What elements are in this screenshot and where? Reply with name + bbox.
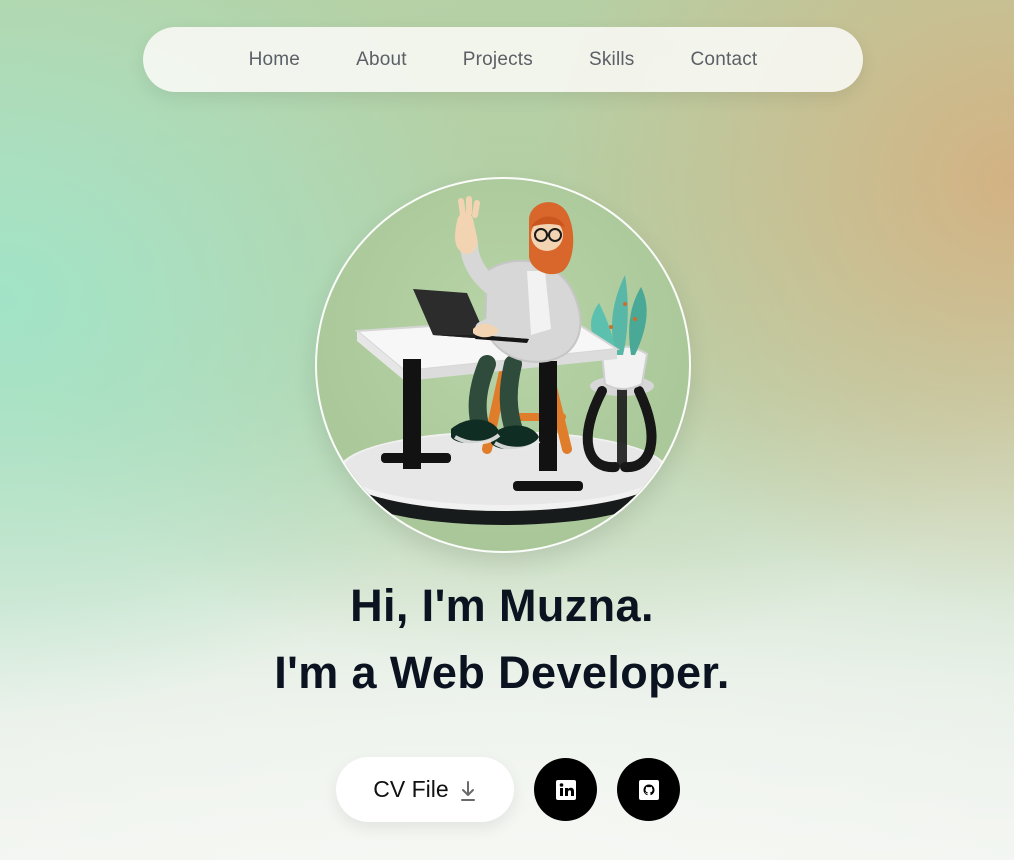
download-icon [459, 780, 477, 802]
developer-at-desk-illustration [333, 196, 673, 525]
nav-contact-link[interactable]: Contact [691, 49, 758, 71]
top-navigation: Home About Projects Skills Contact [143, 27, 863, 92]
hero-actions: CV File [336, 757, 680, 822]
nav-about-link[interactable]: About [356, 49, 407, 71]
cv-button-label: CV File [373, 776, 449, 802]
hero-greeting-line: Hi, I'm Muzna. [350, 580, 654, 631]
nav-projects-link[interactable]: Projects [463, 49, 533, 71]
hero-illustration [315, 177, 691, 553]
nav-home-link[interactable]: Home [249, 49, 300, 71]
github-button[interactable] [617, 758, 680, 821]
nav-skills-link[interactable]: Skills [589, 49, 635, 71]
hero-role-line: I'm a Web Developer. [274, 647, 730, 698]
github-icon [638, 779, 659, 800]
linkedin-icon [555, 779, 576, 800]
cv-download-button[interactable]: CV File [336, 757, 514, 822]
linkedin-button[interactable] [534, 758, 597, 821]
